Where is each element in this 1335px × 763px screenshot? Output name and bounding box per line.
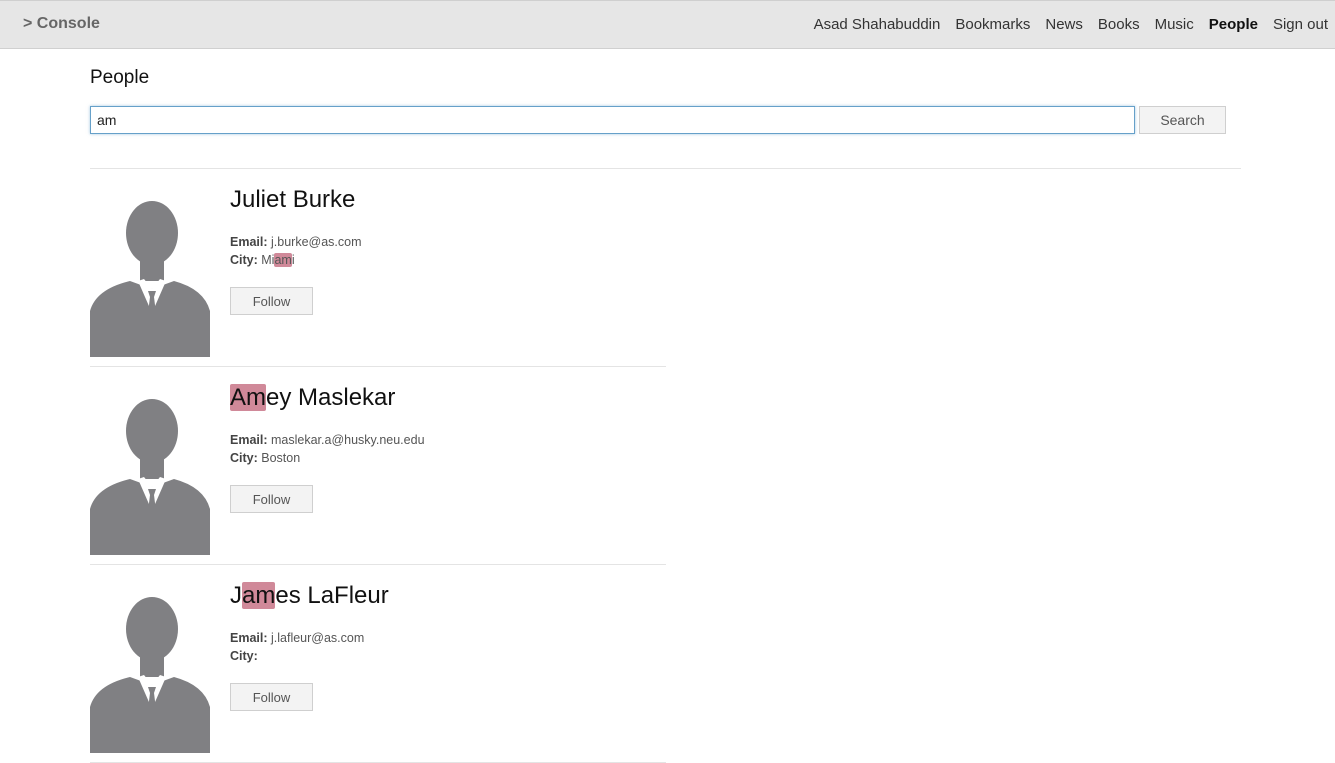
email-row: Email: maslekar.a@husky.neu.edu [230,433,425,447]
city-label: City: [230,649,258,663]
name-match-highlight: Am [230,384,266,411]
person-card: Amey Maslekar Email: maslekar.a@husky.ne… [90,367,666,565]
avatar-placeholder-icon [90,387,210,555]
name-text: Juliet Burke [230,186,356,213]
search-button[interactable]: Search [1139,106,1226,134]
email-row: Email: j.burke@as.com [230,235,362,249]
search-input[interactable] [90,106,1135,134]
name-match-highlight: am [242,582,276,609]
city-row: City: [230,649,258,663]
console-brand-link[interactable]: > Console [23,15,100,33]
city-row: City: Miami [230,253,295,267]
follow-button[interactable]: Follow [230,287,313,315]
person-name[interactable]: James LaFleur [230,582,389,610]
follow-button[interactable]: Follow [230,683,313,711]
city-label: City: [230,451,258,465]
follow-button[interactable]: Follow [230,485,313,513]
email-value: j.burke@as.com [271,235,362,249]
city-text: i [291,253,295,267]
avatar-placeholder-icon [90,585,210,753]
email-label: Email: [230,433,268,447]
nav-bookmarks[interactable]: Bookmarks [955,16,1030,33]
page-title: People [90,67,150,88]
name-text: es LaFleur [275,582,389,609]
name-text: ey Maslekar [266,384,396,411]
person-name[interactable]: Amey Maslekar [230,384,395,412]
nav-news[interactable]: News [1045,16,1083,33]
person-card: James LaFleur Email: j.lafleur@as.com Ci… [90,565,666,763]
email-value: maslekar.a@husky.neu.edu [271,433,425,447]
email-label: Email: [230,235,268,249]
nav-people[interactable]: People [1209,16,1258,33]
nav-sign-out[interactable]: Sign out [1273,16,1328,33]
city-label: City: [230,253,258,267]
nav-books[interactable]: Books [1098,16,1140,33]
email-row: Email: j.lafleur@as.com [230,631,364,645]
city-row: City: Boston [230,451,300,465]
nav-music[interactable]: Music [1155,16,1194,33]
avatar-placeholder-icon [90,189,210,357]
nav-links: Asad Shahabuddin Bookmarks News Books Mu… [799,16,1328,33]
nav-user-name[interactable]: Asad Shahabuddin [814,16,941,33]
city-text: Boston [261,451,301,465]
city-text: Mi [261,253,275,267]
name-text: J [230,582,242,609]
email-value: j.lafleur@as.com [271,631,365,645]
person-name[interactable]: Juliet Burke [230,186,355,214]
person-card: Juliet Burke Email: j.burke@as.com City:… [90,169,666,367]
city-match-highlight: am [274,253,292,267]
email-label: Email: [230,631,268,645]
top-navbar: > Console Asad Shahabuddin Bookmarks New… [0,0,1335,49]
